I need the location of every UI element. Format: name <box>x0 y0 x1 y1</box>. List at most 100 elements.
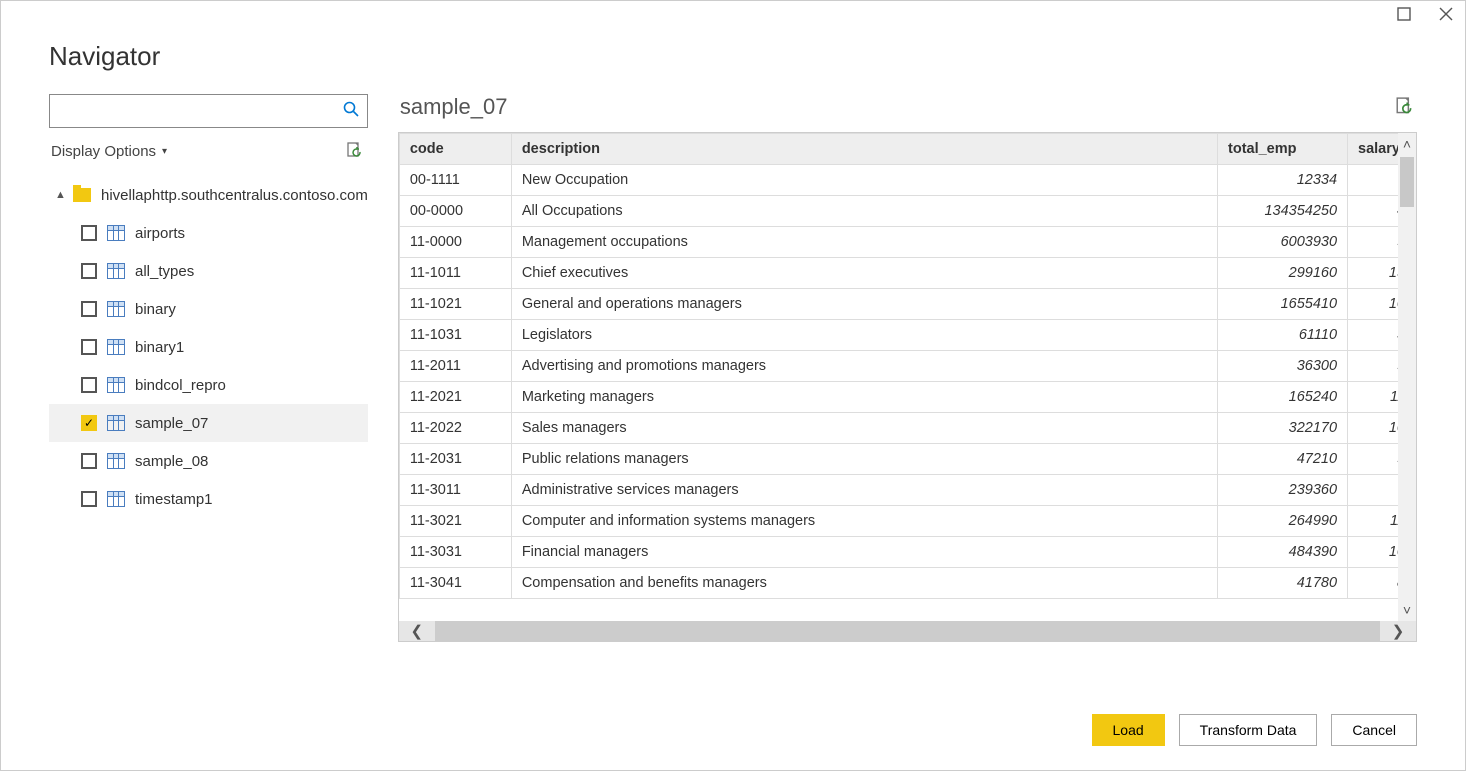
tree-item-label: all_types <box>135 263 194 280</box>
refresh-tree-icon[interactable] <box>346 142 364 160</box>
cell-code: 11-1031 <box>399 320 511 351</box>
cell-description: Compensation and benefits managers <box>511 568 1217 599</box>
cell-code: 11-3011 <box>399 475 511 506</box>
cell-total_emp: 36300 <box>1218 351 1348 382</box>
search-icon[interactable] <box>343 101 359 122</box>
tree-item[interactable]: sample_08 <box>49 442 368 480</box>
grid-body: code description total_emp salary 00-111… <box>399 133 1416 621</box>
table-icon <box>107 263 125 279</box>
cell-description: Marketing managers <box>511 382 1217 413</box>
load-button[interactable]: Load <box>1092 714 1165 746</box>
scroll-down-icon[interactable]: ˅ <box>1403 599 1411 621</box>
checkbox[interactable] <box>81 377 97 393</box>
cancel-button[interactable]: Cancel <box>1331 714 1417 746</box>
table-icon <box>107 415 125 431</box>
display-options-dropdown[interactable]: Display Options ▾ <box>51 143 167 160</box>
tree-item[interactable]: bindcol_repro <box>49 366 368 404</box>
display-options-label: Display Options <box>51 143 156 160</box>
checkbox[interactable] <box>81 339 97 355</box>
hscroll-track[interactable] <box>435 621 1380 641</box>
tree-item[interactable]: binary1 <box>49 328 368 366</box>
checkbox[interactable]: ✓ <box>81 415 97 431</box>
folder-icon <box>73 188 91 202</box>
tree-item-label: airports <box>135 225 185 242</box>
search-input[interactable] <box>58 102 343 120</box>
preview-title: sample_07 <box>400 94 508 120</box>
preview-header: sample_07 <box>398 94 1417 132</box>
checkbox[interactable] <box>81 301 97 317</box>
cell-description: New Occupation <box>511 165 1217 196</box>
tree-root-label: hivellaphttp.southcentralus.contoso.com <box>101 187 368 204</box>
table-row[interactable]: 11-3011Administrative services managers2… <box>399 475 1415 506</box>
checkbox[interactable] <box>81 263 97 279</box>
cell-code: 11-3021 <box>399 506 511 537</box>
object-tree: ▲ hivellaphttp.southcentralus.contoso.co… <box>49 176 368 518</box>
table-row[interactable]: 11-1031Legislators611103 <box>399 320 1415 351</box>
scroll-left-icon[interactable]: ❮ <box>399 622 435 640</box>
cell-code: 11-2011 <box>399 351 511 382</box>
table-row[interactable]: 11-3041Compensation and benefits manager… <box>399 568 1415 599</box>
table-row[interactable]: 11-3031Financial managers48439010 <box>399 537 1415 568</box>
tree-root-row[interactable]: ▲ hivellaphttp.southcentralus.contoso.co… <box>49 176 368 214</box>
scroll-right-icon[interactable]: ❯ <box>1380 622 1416 640</box>
search-box[interactable] <box>49 94 368 128</box>
tree-item-label: timestamp1 <box>135 491 213 508</box>
preview-grid: code description total_emp salary 00-111… <box>398 132 1417 642</box>
tree-item[interactable]: timestamp1 <box>49 480 368 518</box>
checkbox[interactable] <box>81 225 97 241</box>
data-table: code description total_emp salary 00-111… <box>399 133 1416 599</box>
cell-total_emp: 47210 <box>1218 444 1348 475</box>
scroll-up-icon[interactable]: ˄ <box>1403 133 1411 155</box>
horizontal-scrollbar[interactable]: ❮ ❯ <box>399 621 1416 641</box>
cell-total_emp: 12334 <box>1218 165 1348 196</box>
checkbox[interactable] <box>81 491 97 507</box>
table-icon <box>107 453 125 469</box>
table-row[interactable]: 11-1011Chief executives29916015 <box>399 258 1415 289</box>
table-row[interactable]: 11-1021General and operations managers16… <box>399 289 1415 320</box>
tree-item[interactable]: all_types <box>49 252 368 290</box>
tree-item-label: binary <box>135 301 176 318</box>
cell-total_emp: 134354250 <box>1218 196 1348 227</box>
tree-item-label: bindcol_repro <box>135 377 226 394</box>
cell-code: 11-1011 <box>399 258 511 289</box>
vertical-scrollbar[interactable]: ˄ ˅ <box>1398 133 1416 621</box>
tree-item[interactable]: ✓sample_07 <box>49 404 368 442</box>
cell-description: Chief executives <box>511 258 1217 289</box>
col-header-description[interactable]: description <box>511 134 1217 165</box>
cell-code: 11-0000 <box>399 227 511 258</box>
table-row[interactable]: 00-1111New Occupation12334 <box>399 165 1415 196</box>
navigator-dialog: Navigator Display Options ▾ <box>0 0 1466 771</box>
table-row[interactable]: 11-2011Advertising and promotions manage… <box>399 351 1415 382</box>
cell-total_emp: 484390 <box>1218 537 1348 568</box>
tree-item-label: binary1 <box>135 339 184 356</box>
col-header-total-emp[interactable]: total_emp <box>1218 134 1348 165</box>
cell-total_emp: 1655410 <box>1218 289 1348 320</box>
cell-code: 11-2022 <box>399 413 511 444</box>
refresh-preview-icon[interactable] <box>1395 97 1415 117</box>
col-header-code[interactable]: code <box>399 134 511 165</box>
cell-code: 11-2031 <box>399 444 511 475</box>
table-row[interactable]: 11-2022Sales managers32217010 <box>399 413 1415 444</box>
tree-item[interactable]: airports <box>49 214 368 252</box>
cell-description: Legislators <box>511 320 1217 351</box>
caret-down-icon[interactable]: ▲ <box>55 189 69 201</box>
cell-total_emp: 239360 <box>1218 475 1348 506</box>
scroll-thumb[interactable] <box>1400 157 1414 207</box>
display-options-row: Display Options ▾ <box>49 138 368 172</box>
cell-description: Advertising and promotions managers <box>511 351 1217 382</box>
table-header-row: code description total_emp salary <box>399 134 1415 165</box>
close-icon[interactable] <box>1439 7 1453 21</box>
checkbox[interactable] <box>81 453 97 469</box>
table-row[interactable]: 00-0000All Occupations1343542504 <box>399 196 1415 227</box>
tree-item[interactable]: binary <box>49 290 368 328</box>
cell-total_emp: 41780 <box>1218 568 1348 599</box>
table-row[interactable]: 11-0000Management occupations60039309 <box>399 227 1415 258</box>
chevron-down-icon: ▾ <box>162 146 167 157</box>
table-row[interactable]: 11-2021Marketing managers16524011 <box>399 382 1415 413</box>
restore-icon[interactable] <box>1397 7 1411 21</box>
table-row[interactable]: 11-3021Computer and information systems … <box>399 506 1415 537</box>
transform-button[interactable]: Transform Data <box>1179 714 1318 746</box>
cell-code: 11-3031 <box>399 537 511 568</box>
preview-pane: sample_07 <box>398 94 1417 688</box>
table-row[interactable]: 11-2031Public relations managers472109 <box>399 444 1415 475</box>
